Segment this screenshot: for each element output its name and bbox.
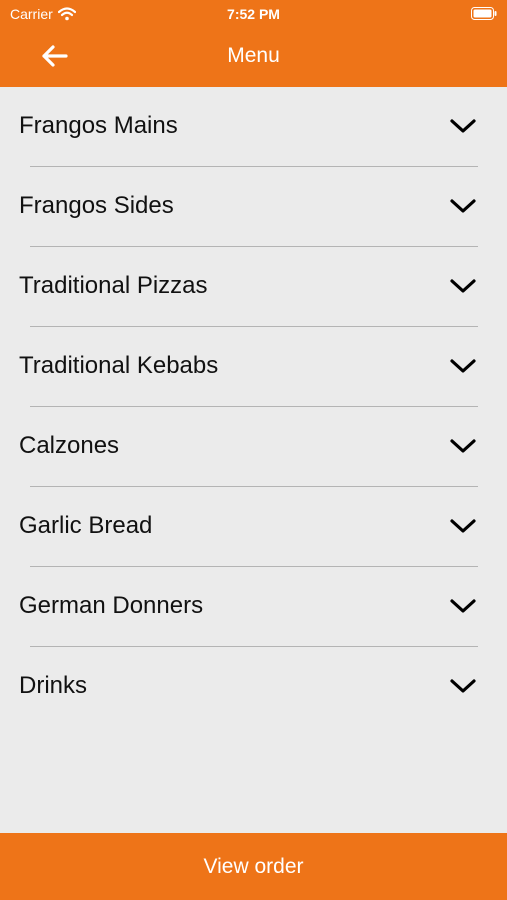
menu-category-calzones[interactable]: Calzones [0, 407, 507, 487]
navigation-bar: Menu [0, 30, 507, 82]
menu-category-list: Frangos Mains Frangos Sides Traditional … [0, 87, 507, 727]
chevron-down-icon [450, 359, 476, 373]
menu-category-german-donners[interactable]: German Donners [0, 567, 507, 647]
status-time: 7:52 PM [227, 6, 280, 22]
menu-category-label: Traditional Kebabs [19, 352, 219, 379]
menu-category-label: German Donners [19, 592, 204, 619]
menu-category-traditional-pizzas[interactable]: Traditional Pizzas [0, 247, 507, 327]
menu-category-frangos-mains[interactable]: Frangos Mains [0, 87, 507, 167]
battery-icon [471, 7, 497, 20]
menu-category-label: Frangos Sides [19, 192, 174, 219]
status-bar: Carrier 7:52 PM [0, 0, 507, 28]
app-header: Carrier 7:52 PM Menu [0, 0, 507, 87]
menu-category-drinks[interactable]: Drinks [0, 647, 507, 727]
menu-category-garlic-bread[interactable]: Garlic Bread [0, 487, 507, 567]
menu-category-label: Traditional Pizzas [19, 272, 208, 299]
chevron-down-icon [450, 199, 476, 213]
chevron-down-icon [450, 679, 476, 693]
view-order-label: View order [203, 854, 304, 878]
chevron-down-icon [450, 599, 476, 613]
menu-category-label: Calzones [19, 432, 120, 459]
menu-category-label: Drinks [19, 672, 88, 699]
menu-category-label: Garlic Bread [19, 512, 153, 539]
chevron-down-icon [450, 519, 476, 533]
page-title: Menu [227, 44, 280, 67]
menu-category-frangos-sides[interactable]: Frangos Sides [0, 167, 507, 247]
menu-category-traditional-kebabs[interactable]: Traditional Kebabs [0, 327, 507, 407]
view-order-button[interactable]: View order [0, 833, 507, 900]
chevron-down-icon [450, 119, 476, 133]
chevron-down-icon [450, 279, 476, 293]
menu-category-label: Frangos Mains [19, 112, 178, 139]
chevron-down-icon [450, 439, 476, 453]
